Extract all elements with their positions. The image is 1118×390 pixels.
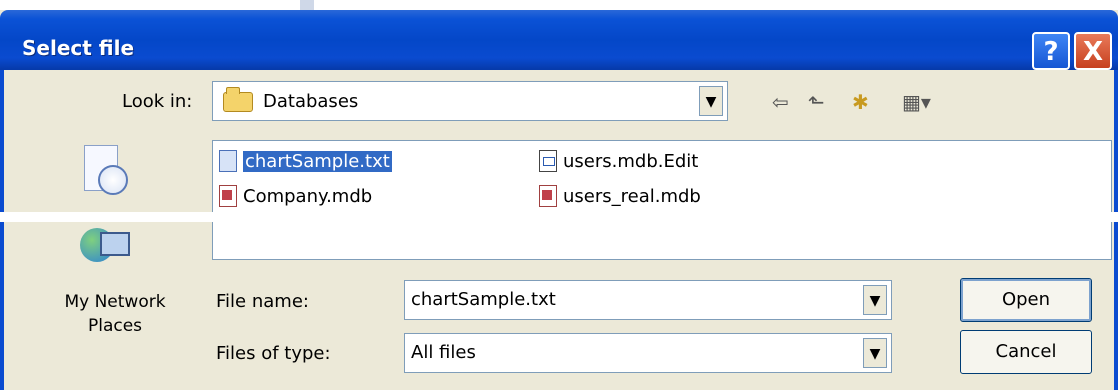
file-type-label: Files of type: [216,343,331,364]
file-name-field[interactable]: chartSample.txt ▼ [404,280,892,320]
file-name: users_real.mdb [563,185,701,207]
file-type-select[interactable]: All files ▼ [404,333,892,373]
new-folder-icon[interactable]: ✱ [852,90,869,114]
file-list[interactable]: chartSample.txt Company.mdb users.mdb.Ed… [212,140,1112,260]
network-places-label[interactable]: My Network Places [45,290,185,338]
database-file-icon [219,185,237,207]
file-item[interactable]: Company.mdb [219,183,372,209]
recent-place-icon[interactable] [78,145,128,201]
up-folder-icon[interactable]: ⬑ [808,90,825,114]
file-name-dropdown-button[interactable]: ▼ [863,285,887,315]
file-item[interactable]: chartSample.txt [219,148,392,174]
help-button[interactable]: ? [1032,32,1070,70]
close-button[interactable]: X [1074,32,1112,70]
look-in-combo[interactable]: Databases ▼ [212,81,728,121]
look-in-label: Look in: [122,91,193,112]
file-name-value: chartSample.txt [411,289,556,310]
file-type-value: All files [411,342,476,363]
background-strip [0,0,1118,10]
file-name: users.mdb.Edit [563,150,699,172]
clock-icon [98,165,128,195]
view-menu-icon[interactable]: ▦▾ [902,90,931,114]
file-type-dropdown-button[interactable]: ▼ [863,338,887,368]
window-title: Select file [22,36,135,60]
open-button[interactable]: Open [960,278,1092,322]
file-item[interactable]: users.mdb.Edit [539,148,698,174]
back-icon[interactable]: ⇦ [772,90,789,114]
file-name: Company.mdb [243,185,373,207]
file-name: chartSample.txt [243,150,392,172]
background-sliver [300,0,314,10]
file-name-label: File name: [216,291,309,312]
look-in-dropdown-button[interactable]: ▼ [699,86,723,116]
network-places-icon[interactable] [80,222,132,272]
file-item[interactable]: users_real.mdb [539,183,701,209]
monitor-icon [100,232,130,256]
text-file-icon [219,150,237,172]
title-bar[interactable]: Select file ? X [0,10,1118,70]
database-file-icon [539,185,557,207]
folder-icon [223,87,253,112]
cancel-button[interactable]: Cancel [960,330,1092,374]
look-in-value: Databases [263,91,359,112]
edit-file-icon [539,150,557,172]
white-gap [0,212,1118,222]
